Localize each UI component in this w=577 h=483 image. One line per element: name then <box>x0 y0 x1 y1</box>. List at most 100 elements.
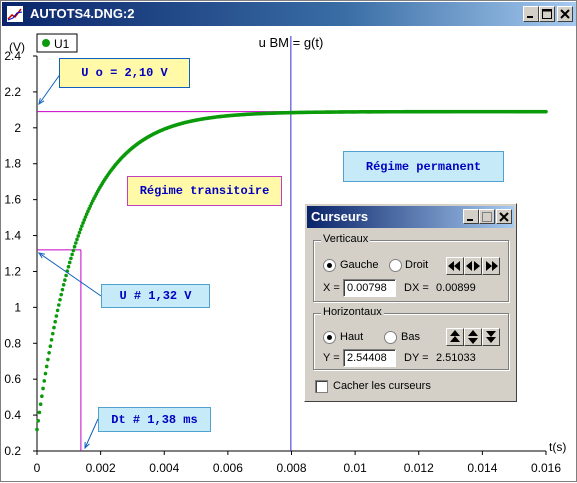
cursors-maximize-button[interactable] <box>479 209 495 224</box>
annotation-dt: Dt # 1,38 ms <box>98 407 211 432</box>
minimize-icon <box>467 218 473 221</box>
data-point <box>63 278 67 282</box>
double-up-arrow-icon <box>450 330 460 342</box>
y-tick-label: 1.6 <box>4 193 21 207</box>
app-window: AUTOTS4.DNG:2 0.2 0.4 0.6 0.8 1 1.2 1.4 1.6 1.8 2… <box>0 0 577 482</box>
data-point <box>75 237 79 242</box>
data-point <box>47 350 51 355</box>
dy-value: 2.51033 <box>436 352 476 364</box>
vertical-group-label: Verticaux <box>321 233 371 245</box>
radio-gauche-label: Gauche <box>340 259 379 271</box>
app-icon <box>7 6 23 22</box>
radio-bas[interactable] <box>384 331 397 344</box>
minimize-button[interactable] <box>523 6 539 22</box>
y-tick-label: 1.4 <box>4 229 21 243</box>
data-point <box>44 364 49 369</box>
vertical-cursors-group: Verticaux Gauche Droit X = 0.00798 DX = … <box>313 233 509 302</box>
data-point <box>69 256 73 261</box>
data-point <box>50 331 55 336</box>
y-tick-label: 1.2 <box>4 264 21 278</box>
hide-cursors-checkbox[interactable] <box>315 380 328 393</box>
data-point <box>35 427 39 432</box>
data-point <box>38 402 43 407</box>
annotation-u0: U o = 2,10 V <box>59 58 190 88</box>
cursor-middle-button[interactable] <box>464 328 482 346</box>
dy-label: DY = <box>404 352 429 364</box>
maximize-icon <box>482 211 492 222</box>
data-point <box>58 297 62 302</box>
horizontal-cursors-group: Horizontaux Haut Bas Y = 2.54408 DY = 2.… <box>313 306 509 370</box>
double-left-arrow-icon <box>448 261 460 271</box>
maximize-button[interactable] <box>539 6 555 22</box>
data-point <box>42 379 47 383</box>
data-point <box>40 394 44 399</box>
cursor-right-button[interactable] <box>482 257 500 275</box>
annotation-u132: U # 1,32 V <box>101 284 210 308</box>
radio-haut-label: Haut <box>340 331 364 343</box>
data-point <box>43 371 48 376</box>
x-tick-label: 0.004 <box>149 461 179 475</box>
cursors-panel: Curseurs Verticaux Gauche Droit X = 0.00… <box>304 203 517 402</box>
window-title: AUTOTS4.DNG:2 <box>30 6 135 21</box>
up-down-arrow-icon <box>468 330 478 344</box>
arrow-u0 <box>38 72 62 105</box>
x-tick-label: 0.002 <box>86 461 116 475</box>
y-tick-label: 0.8 <box>4 336 21 350</box>
cursor-left-button[interactable] <box>446 257 464 275</box>
cursor-up-button[interactable] <box>446 328 464 346</box>
x-tick-label: 0.008 <box>276 461 306 475</box>
data-point <box>49 338 54 342</box>
data-point <box>59 292 64 297</box>
y-tick-label: 0.6 <box>4 372 21 386</box>
left-right-arrow-icon <box>466 261 480 271</box>
cursors-close-button[interactable] <box>496 209 512 224</box>
dx-value: 0.00899 <box>436 282 476 294</box>
data-point <box>78 227 83 232</box>
data-point <box>41 386 45 391</box>
radio-droit-label: Droit <box>405 259 429 271</box>
radio-droit[interactable] <box>389 259 402 272</box>
double-down-arrow-icon <box>486 331 496 343</box>
x-tick-label: 0.012 <box>404 461 434 475</box>
x-value-field[interactable]: 0.00798 <box>343 279 396 297</box>
cursors-title: Curseurs <box>311 209 369 224</box>
legend-label: U1 <box>54 37 70 51</box>
data-point <box>66 264 71 269</box>
title-bar[interactable]: AUTOTS4.DNG:2 <box>2 2 576 26</box>
data-point <box>80 224 84 228</box>
data-point <box>67 260 72 265</box>
data-point <box>77 230 82 235</box>
cursor-down-button[interactable] <box>482 328 500 346</box>
data-point <box>76 234 80 238</box>
maximize-icon <box>542 9 552 19</box>
x-axis-label: t(s) <box>549 440 566 454</box>
data-point <box>73 241 78 245</box>
cursors-title-bar[interactable]: Curseurs <box>307 206 514 228</box>
minimize-icon <box>527 16 533 18</box>
x-tick-label: 0.006 <box>213 461 243 475</box>
y-axis-label: (V) <box>9 40 25 54</box>
data-point <box>71 248 76 253</box>
data-point <box>54 314 59 318</box>
data-point <box>52 325 56 330</box>
close-button[interactable] <box>557 6 573 22</box>
y-label: Y = <box>323 352 340 364</box>
hide-cursors-label: Cacher les curseurs <box>333 380 431 392</box>
cursors-minimize-button[interactable] <box>463 209 479 224</box>
x-tick-label: 0 <box>34 461 41 475</box>
data-point <box>53 319 57 324</box>
cursor-center-button[interactable] <box>464 257 482 275</box>
y-value-field[interactable]: 2.54408 <box>343 349 396 367</box>
x-label: X = <box>323 282 340 294</box>
data-point <box>61 283 66 287</box>
radio-gauche[interactable] <box>323 259 336 272</box>
radio-haut[interactable] <box>323 331 336 344</box>
dx-label: DX = <box>404 282 429 294</box>
data-point <box>544 109 548 114</box>
horizontal-group-label: Horizontaux <box>321 306 384 318</box>
data-point <box>60 287 65 292</box>
legend-marker <box>42 39 50 47</box>
data-point <box>57 303 61 307</box>
y-tick-label: 2 <box>14 121 21 135</box>
double-right-arrow-icon <box>486 261 498 271</box>
